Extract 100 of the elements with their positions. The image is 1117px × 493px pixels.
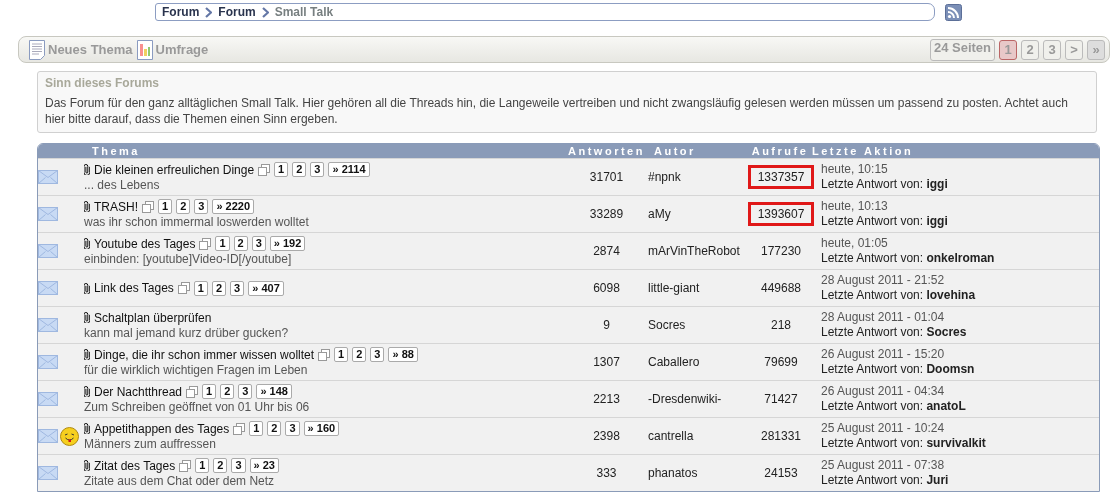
reply-count: 9 bbox=[602, 318, 611, 332]
page-link[interactable]: 2 bbox=[220, 384, 235, 399]
envelope-icon bbox=[38, 392, 58, 406]
page-link[interactable]: 2 bbox=[352, 347, 367, 362]
last-reply-user[interactable]: Juri bbox=[926, 473, 949, 487]
page-link[interactable]: 1 bbox=[274, 162, 289, 177]
reply-count: 1307 bbox=[592, 355, 621, 369]
envelope-icon bbox=[38, 207, 58, 221]
last-reply-user[interactable]: lovehina bbox=[926, 288, 976, 302]
last-reply-user[interactable]: survivalkit bbox=[926, 436, 986, 450]
envelope-icon bbox=[38, 355, 58, 369]
topic-description: Zum Schreiben geöffnet von 01 Uhr bis 06 bbox=[84, 400, 311, 414]
topic-link[interactable]: Dinge, die ihr schon immer wissen wolltet bbox=[94, 347, 315, 362]
author-link[interactable]: cantrella bbox=[648, 429, 748, 443]
topic-link[interactable]: Appetithappen des Tages bbox=[94, 421, 230, 436]
author-link[interactable]: Caballero bbox=[648, 355, 748, 369]
pages-icon bbox=[177, 282, 190, 294]
envelope-icon bbox=[38, 170, 58, 184]
rss-icon[interactable] bbox=[945, 3, 962, 21]
author-link[interactable]: -Dresdenwiki- bbox=[648, 392, 748, 406]
page-link[interactable]: 1 bbox=[158, 199, 173, 214]
envelope-icon bbox=[38, 281, 58, 295]
breadcrumb-link[interactable]: Forum bbox=[162, 5, 200, 19]
view-count: 449688 bbox=[759, 280, 802, 297]
page-link[interactable]: 3 bbox=[230, 280, 245, 296]
page-link[interactable]: 1 bbox=[249, 421, 264, 436]
author-link[interactable]: phanatos bbox=[648, 466, 748, 480]
topic-description: was ihr schon immermal loswerden wolltet bbox=[84, 215, 310, 229]
page-link[interactable]: 1 bbox=[195, 458, 210, 473]
last-post-date: heute, 01:05 bbox=[821, 236, 889, 251]
paperclip-icon bbox=[84, 201, 90, 212]
topic-link[interactable]: Link des Tages bbox=[94, 281, 174, 295]
author-link[interactable]: little-giant bbox=[648, 281, 748, 295]
last-reply-label: Letzte Antwort von: bbox=[821, 473, 925, 487]
highlighted-view-count: 1393607 bbox=[748, 202, 814, 226]
last-page-link[interactable]: » 148 bbox=[256, 384, 292, 399]
page-link[interactable]: 3 bbox=[238, 384, 253, 399]
last-reply-user[interactable]: anatoL bbox=[926, 399, 966, 413]
last-page-link[interactable]: » 23 bbox=[249, 458, 279, 473]
last-post-date: heute, 10:15 bbox=[821, 162, 889, 177]
last-reply-user[interactable]: Doomsn bbox=[926, 362, 975, 376]
page-link[interactable]: 2 bbox=[176, 199, 191, 214]
bar-chart-icon bbox=[136, 39, 153, 60]
topic-link[interactable]: Die kleinen erfreulichen Dinge bbox=[94, 162, 255, 177]
column-header: Aufrufe bbox=[750, 145, 810, 157]
view-count: 24153 bbox=[763, 465, 799, 482]
last-reply-user[interactable]: Socres bbox=[926, 325, 967, 339]
author-link[interactable]: Socres bbox=[648, 318, 748, 332]
page-link[interactable]: 2 bbox=[292, 162, 307, 177]
chevron-icon bbox=[205, 6, 213, 18]
page-link[interactable]: 3 bbox=[310, 162, 325, 177]
last-reply-label: Letzte Antwort von: bbox=[821, 325, 925, 339]
last-post-date: 26 August 2011 - 04:34 bbox=[821, 384, 946, 399]
topic-link[interactable]: Schaltplan überprüfen bbox=[94, 310, 212, 325]
pages-icon bbox=[318, 348, 331, 361]
page-link[interactable]: 2 bbox=[211, 280, 227, 296]
author-link[interactable]: aMy bbox=[648, 207, 748, 221]
last-reply-label: Letzte Antwort von: bbox=[821, 362, 925, 376]
paperclip-icon bbox=[84, 423, 90, 434]
topic-link[interactable]: Youtube des Tages bbox=[94, 236, 196, 251]
paperclip-icon bbox=[84, 282, 90, 294]
author-link[interactable]: mArVinTheRobot bbox=[648, 244, 748, 258]
topic-link[interactable]: TRASH! bbox=[94, 199, 138, 214]
current-breadcrumb[interactable]: Small Talk bbox=[274, 5, 334, 19]
document-icon bbox=[29, 39, 45, 60]
last-page-link[interactable]: » 192 bbox=[269, 236, 306, 251]
last-page-link[interactable]: » 160 bbox=[303, 421, 340, 436]
reply-count: 2213 bbox=[592, 392, 621, 406]
paperclip-icon bbox=[84, 238, 90, 249]
page-link[interactable]: 3 bbox=[194, 199, 209, 214]
pages-icon bbox=[179, 459, 192, 472]
page-link[interactable]: 2 bbox=[213, 458, 228, 473]
last-reply-user[interactable]: onkelroman bbox=[926, 251, 995, 265]
page-link[interactable]: 3 bbox=[251, 236, 266, 251]
last-reply-label: Letzte Antwort von: bbox=[821, 288, 925, 302]
last-page-link[interactable]: » 2220 bbox=[212, 199, 255, 214]
topic-link[interactable]: Zitat des Tages bbox=[94, 458, 176, 473]
topic-link[interactable]: Der Nachtthread bbox=[94, 384, 183, 399]
last-page-link[interactable]: » 2114 bbox=[328, 162, 370, 177]
forum-description: Das Forum für den ganz alltäglichen Small Talk. Hier gehören all die Threads hin, die Langeweile vertreiben und nicht zwangsläufig gelesen werden müssen um passend zu posten. Achtet auch hier bitte darauf, dass die Themen einen Sinn ergeben. bbox=[45, 95, 1069, 127]
page-link[interactable]: 3 bbox=[370, 347, 385, 362]
page-link[interactable]: 2 bbox=[267, 421, 282, 436]
page-link[interactable]: 3 bbox=[285, 421, 300, 436]
page-link[interactable]: 2 bbox=[233, 236, 248, 251]
reply-count: 33289 bbox=[588, 207, 625, 221]
page-link[interactable]: 1 bbox=[202, 384, 217, 399]
last-reply-user[interactable]: iggi bbox=[926, 177, 948, 191]
chevron-icon bbox=[261, 6, 269, 18]
last-page-link[interactable]: » 88 bbox=[388, 347, 418, 362]
page-link[interactable]: 3 bbox=[231, 458, 246, 473]
last-page-link[interactable]: » 407 bbox=[248, 280, 284, 296]
page-link[interactable]: 1 bbox=[193, 280, 208, 296]
page-link[interactable]: 1 bbox=[334, 347, 349, 362]
highlighted-view-count: 1337357 bbox=[748, 165, 814, 189]
author-link[interactable]: #npnk bbox=[648, 170, 748, 184]
panel-title: Sinn dieses Forums bbox=[45, 76, 161, 90]
page-link[interactable]: 1 bbox=[215, 236, 230, 251]
breadcrumb-link[interactable]: Forum bbox=[218, 5, 256, 19]
envelope-icon bbox=[38, 318, 58, 332]
last-reply-user[interactable]: iggi bbox=[926, 214, 948, 228]
